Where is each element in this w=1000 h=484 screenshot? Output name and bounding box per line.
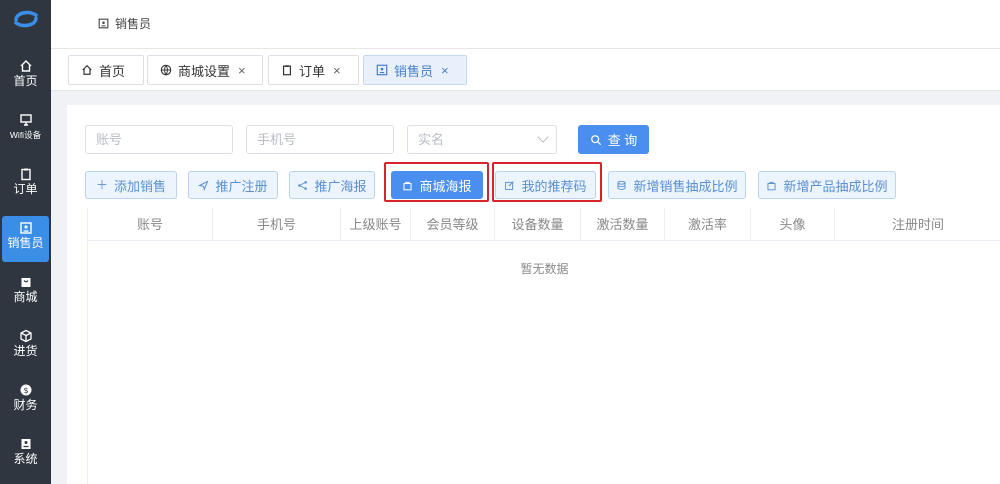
tab-home[interactable]: 首页 (68, 55, 144, 85)
tab-label: 首页 (99, 63, 126, 79)
column-header: 手机号 (213, 208, 341, 241)
mall-poster-label: 商城海报 (419, 178, 472, 194)
new-product-commission-label: 新增产品抽成比例 (783, 178, 888, 194)
home-icon (20, 60, 31, 72)
sidebar-item-label: 首页 (13, 74, 38, 88)
bag-icon (403, 181, 413, 190)
id-card-icon (376, 64, 388, 76)
sidebar-item-home[interactable]: 首页 (2, 54, 49, 98)
tab-label: 销售员 (394, 63, 434, 79)
account-input[interactable] (85, 125, 233, 154)
my-referral-code-button[interactable]: 我的推荐码 (495, 171, 596, 199)
column-header: 激活数量 (581, 208, 665, 241)
breadcrumb-label: 销售员 (115, 17, 152, 31)
sidebar-item-finance[interactable]: $ 财务 (2, 378, 49, 422)
breadcrumb: 销售员 (98, 15, 151, 32)
globe-icon (160, 64, 172, 76)
sidebar-item-label: 财务 (13, 398, 38, 412)
sales-table: 账号 手机号 上级账号 会员等级 设备数量 激活数量 激活率 头像 注册时间 暂… (87, 208, 1000, 484)
new-sales-commission-label: 新增销售抽成比例 (633, 178, 738, 194)
search-icon (590, 134, 601, 145)
sidebar-item-label: Wifi设备 (9, 130, 42, 140)
promo-register-label: 推广注册 (215, 178, 268, 194)
svg-text:$: $ (23, 386, 28, 395)
database-icon (617, 180, 626, 190)
coin-icon: $ (20, 384, 31, 396)
bag-icon (767, 181, 776, 190)
edit-icon (505, 180, 515, 190)
realname-input[interactable] (407, 125, 557, 154)
sidebar-item-label: 进货 (13, 344, 38, 358)
clipboard-icon (20, 168, 31, 181)
sidebar-item-label: 商城 (13, 290, 38, 304)
column-header: 头像 (751, 208, 835, 241)
empty-state: 暂无数据 (520, 262, 569, 276)
promo-poster-button[interactable]: 推广海报 (289, 171, 375, 199)
sidebar-item-sales[interactable]: 销售员 (2, 216, 49, 262)
promo-poster-label: 推广海报 (314, 178, 367, 194)
tab-label: 商城设置 (178, 63, 231, 79)
sidebar-item-label: 销售员 (7, 236, 44, 250)
column-header: 设备数量 (495, 208, 581, 241)
top-header: 销售员 (51, 0, 1000, 49)
tab-sales[interactable]: 销售员 × (363, 55, 467, 85)
box-icon (19, 329, 32, 343)
send-icon (198, 180, 209, 191)
share-icon (298, 180, 308, 190)
close-icon[interactable]: × (333, 63, 341, 78)
sidebar-item-label: 系统 (13, 452, 38, 466)
new-product-commission-button[interactable]: 新增产品抽成比例 (758, 171, 896, 199)
add-sales-label: 添加销售 (114, 178, 167, 194)
close-icon[interactable]: × (441, 63, 449, 78)
sidebar-item-system[interactable]: 系统 (2, 432, 49, 476)
mall-poster-button[interactable]: 商城海报 (391, 171, 483, 199)
column-header: 上级账号 (341, 208, 411, 241)
sidebar-item-purchase[interactable]: 进货 (2, 324, 49, 368)
column-header: 激活率 (665, 208, 751, 241)
my-referral-code-label: 我的推荐码 (521, 178, 587, 194)
main-panel: 查 询 ＋ 添加销售 推广注册 推广海报 商城海报 我的推荐码 新增销售抽成比例… (67, 105, 1000, 484)
search-button-label: 查 询 (607, 133, 638, 148)
column-header: 会员等级 (411, 208, 495, 241)
logo-icon (14, 10, 38, 28)
tab-mall-settings[interactable]: 商城设置 × (147, 55, 263, 85)
tab-orders[interactable]: 订单 × (268, 55, 359, 85)
sidebar-item-orders[interactable]: 订单 (2, 162, 49, 206)
sidebar: 首页 Wifi设备 订单 销售员 商城 进货 $ 财务 系统 (0, 0, 51, 484)
monitor-icon (19, 114, 32, 126)
column-header: 注册时间 (891, 217, 944, 232)
clipboard-icon (282, 65, 292, 76)
add-sales-button[interactable]: ＋ 添加销售 (85, 171, 177, 199)
close-icon[interactable]: × (238, 63, 246, 78)
sidebar-item-wifi-device[interactable]: Wifi设备 (2, 108, 49, 152)
sidebar-item-mall[interactable]: 商城 (2, 270, 49, 314)
promo-register-button[interactable]: 推广注册 (188, 171, 278, 199)
plus-icon: ＋ (95, 178, 108, 192)
phone-input[interactable] (246, 125, 394, 154)
search-button[interactable]: 查 询 (578, 125, 649, 154)
store-icon (21, 278, 30, 287)
system-icon (21, 439, 30, 449)
tabs-bar: 首页 商城设置 × 订单 × 销售员 × (51, 49, 1000, 91)
table-header: 账号 手机号 上级账号 会员等级 设备数量 激活数量 激活率 头像 注册时间 (88, 208, 1000, 241)
new-sales-commission-button[interactable]: 新增销售抽成比例 (608, 171, 746, 199)
sidebar-item-label: 订单 (13, 182, 38, 196)
id-card-icon (98, 18, 109, 29)
realname-select[interactable] (407, 125, 557, 154)
column-header: 账号 (88, 208, 213, 241)
tab-label: 订单 (299, 63, 326, 79)
id-card-icon (19, 222, 32, 234)
home-icon (82, 64, 92, 75)
